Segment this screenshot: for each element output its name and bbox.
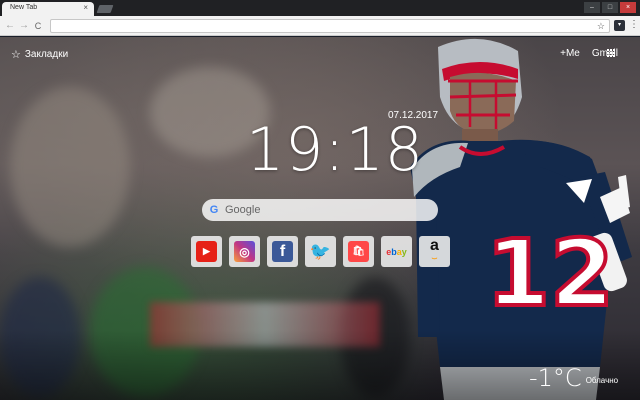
temperature: -1°C	[529, 364, 582, 392]
bookmarks-label: Закладки	[24, 49, 69, 60]
twitter-icon: 🐦	[309, 241, 332, 261]
amazon-icon: a ⌣	[430, 236, 439, 263]
browser-toolbar: ← → C ☆ ▾ ⋮	[0, 16, 640, 37]
window-controls: – □ ×	[584, 2, 636, 13]
background-crowd	[10, 87, 130, 247]
address-input[interactable]	[51, 24, 554, 37]
tab-close-icon[interactable]: ×	[83, 3, 88, 12]
ebay-shortcut[interactable]: ebay	[381, 236, 412, 267]
star-icon: ☆	[11, 49, 21, 61]
apps-grid-icon[interactable]	[607, 49, 615, 57]
youtube-icon: ▶	[196, 241, 217, 262]
facebook-shortcut[interactable]: f	[267, 236, 298, 267]
address-bar[interactable]: ☆	[50, 19, 610, 37]
plus-me-link[interactable]: +Me	[560, 48, 580, 59]
ebay-icon: ebay	[386, 246, 407, 257]
forward-button[interactable]: →	[18, 20, 30, 32]
facebook-icon: f	[272, 241, 293, 262]
youtube-shortcut[interactable]: ▶	[191, 236, 222, 267]
new-tab-button[interactable]	[96, 5, 114, 13]
minimize-button[interactable]: –	[584, 2, 600, 13]
back-button[interactable]: ←	[4, 20, 16, 32]
jersey-number: 12	[486, 220, 614, 327]
aliexpress-icon: 🛍	[348, 241, 369, 262]
weather-condition: Облачно	[585, 375, 619, 385]
extension-icon[interactable]: ▾	[614, 20, 625, 31]
twitter-shortcut[interactable]: 🐦	[305, 236, 336, 267]
tab-title: New Tab	[10, 4, 38, 11]
bookmark-star-icon[interactable]: ☆	[597, 20, 605, 32]
weather-widget[interactable]: -1°C Облачно	[529, 364, 618, 392]
aliexpress-shortcut[interactable]: 🛍	[343, 236, 374, 267]
instagram-shortcut[interactable]: ◎	[229, 236, 260, 267]
maximize-button[interactable]: □	[602, 2, 618, 13]
clock: 19:18	[246, 115, 424, 185]
instagram-icon: ◎	[234, 241, 255, 262]
reload-button[interactable]: C	[32, 20, 44, 32]
search-input[interactable]	[225, 204, 425, 216]
new-tab-page: 12 ☆ Закладки +Me Gmail 07.12.2017 19:18…	[0, 37, 640, 400]
shortcut-tiles: ▶ ◎ f 🐦 🛍 ebay a ⌣	[191, 236, 450, 267]
tab-strip: New Tab × – □ ×	[0, 0, 640, 16]
google-icon: G	[209, 204, 219, 216]
amazon-shortcut[interactable]: a ⌣	[419, 236, 450, 267]
browser-menu-icon[interactable]: ⋮	[629, 19, 639, 31]
bookmarks-button[interactable]: ☆ Закладки	[11, 48, 68, 61]
tab-new-tab[interactable]: New Tab ×	[2, 2, 94, 16]
google-search-bar[interactable]: G	[202, 199, 438, 221]
close-button[interactable]: ×	[620, 2, 636, 13]
